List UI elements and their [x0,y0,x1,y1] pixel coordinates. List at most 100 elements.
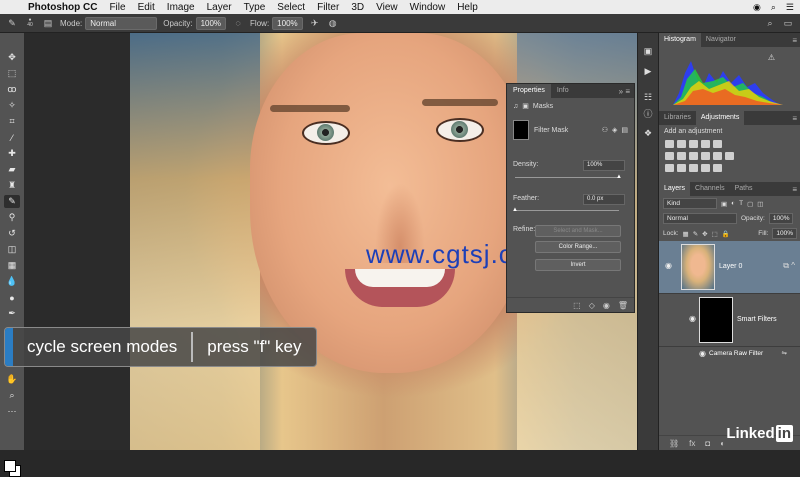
zoom-tool-icon[interactable]: ⌕ [4,389,20,402]
tab-channels[interactable]: Channels [690,182,730,196]
menu-select[interactable]: Select [277,2,305,13]
density-slider-thumb[interactable]: ▲ [616,174,622,180]
lock-position-icon[interactable]: ✥ [702,230,707,238]
quick-select-tool-icon[interactable]: ✧ [4,99,20,112]
lock-all-icon[interactable]: 🔒 [722,230,730,238]
tab-adjustments[interactable]: Adjustments [695,111,745,125]
history-panel-icon[interactable]: ▣ [641,45,655,58]
feather-slider-thumb[interactable]: ▲ [512,207,518,213]
menu-type[interactable]: Type [244,2,266,13]
camera-raw-visibility-icon[interactable]: ◉ [699,349,706,358]
mask-selection-icon[interactable]: ⚇ [602,126,608,134]
brush-tool-icon-active[interactable]: ✎ [4,195,20,208]
apply-icon[interactable]: ◇ [589,301,595,310]
brightness-icon[interactable] [665,140,674,148]
dodge-tool-icon[interactable]: ● [4,291,20,304]
filter-shape-icon[interactable]: ▢ [747,200,753,208]
layer-row-smart-filters[interactable]: ◉ Smart Filters [659,294,800,347]
smart-filter-mask-thumbnail[interactable] [699,297,733,343]
clone-stamp-tool-icon[interactable]: ♜ [4,179,20,192]
crop-tool-icon[interactable]: ⌗ [4,115,20,128]
apply-mask-icon[interactable]: ◈ [612,126,617,134]
menu-edit[interactable]: Edit [138,2,155,13]
move-tool-icon[interactable]: ✥ [4,51,20,64]
bandaid-tool-icon[interactable]: ▰ [4,163,20,176]
density-slider[interactable] [515,177,619,178]
channel-mixer-icon[interactable] [713,152,722,160]
menu-image[interactable]: Image [167,2,195,13]
menu-view[interactable]: View [376,2,398,13]
mode-select[interactable]: Normal [85,16,158,30]
link-layers-icon[interactable]: ⛓ [669,439,679,448]
menu-window[interactable]: Window [410,2,446,13]
marquee-tool-icon[interactable]: ⬚ [4,67,20,80]
vector-mask-icon[interactable]: ▣ [522,102,529,110]
feather-field[interactable]: 0.0 px [583,194,625,205]
menu-app[interactable]: Photoshop CC [28,2,97,13]
menu-3d[interactable]: 3D [351,2,364,13]
hand-tool-icon[interactable]: ✋ [4,373,20,386]
brush-tool-icon[interactable]: ✎ [6,17,18,29]
layer-opacity-field[interactable]: 100% [768,213,794,224]
gradient-map-icon[interactable] [701,164,710,172]
black-white-icon[interactable] [689,152,698,160]
vector-mask-add-icon[interactable]: ▤ [621,126,628,134]
brush-preset-icon[interactable]: ● 40 [24,17,36,29]
filter-type-icon[interactable]: T [739,200,743,207]
layer-style-icon[interactable]: fx [689,439,695,448]
smart-filters-visibility-icon[interactable]: ◉ [689,314,696,323]
info-panel-icon[interactable]: ⓘ [641,107,655,120]
exposure-icon[interactable] [701,140,710,148]
tab-navigator[interactable]: Navigator [701,33,741,47]
stamp-tool-icon[interactable]: ⚲ [4,211,20,224]
brush-panel-icon[interactable]: ▤ [42,17,54,29]
tab-info[interactable]: Info [551,84,575,98]
invert-button[interactable]: Invert [535,259,621,271]
feather-slider[interactable] [515,210,619,211]
pressure-opacity-icon[interactable]: ◌ [232,17,244,29]
airbrush-icon[interactable]: ✈ [309,17,321,29]
healing-tool-icon[interactable]: ✚ [4,147,20,160]
lock-image-icon[interactable]: ✎ [693,230,698,238]
color-balance-icon[interactable] [677,152,686,160]
pixel-mask-icon[interactable]: ♫ [513,103,518,110]
tab-properties[interactable]: Properties [507,84,551,98]
menu-help[interactable]: Help [457,2,478,13]
filter-pixel-icon[interactable]: ▣ [721,200,727,208]
trash-icon[interactable]: 🗑 [618,301,628,310]
select-and-mask-button[interactable]: Select and Mask... [535,225,621,237]
histogram-menu-icon[interactable]: ≡ [792,36,797,45]
panel-collapse-icon[interactable]: » ≡ [619,87,630,96]
filter-adjust-icon[interactable]: ◐ [731,200,735,207]
eraser-tool-icon[interactable]: ◫ [4,243,20,256]
foreground-color-swatch[interactable] [4,460,16,472]
search-icon[interactable]: ⌕ [764,17,776,29]
layer-visibility-icon[interactable]: ◉ [665,261,672,270]
density-field[interactable]: 100% [583,160,625,171]
tab-paths[interactable]: Paths [730,182,758,196]
lock-transparent-icon[interactable]: ▦ [683,230,689,238]
new-adjustment-icon[interactable]: ◐ [720,439,725,448]
apple-icon[interactable] [8,2,18,12]
layer0-name[interactable]: Layer 0 [719,263,742,270]
layer-row-camera-raw[interactable]: ◉ Camera Raw Filter ⇋ [659,347,800,361]
actions-panel-icon[interactable]: ▶ [641,65,655,78]
lock-artboard-icon[interactable]: ⬚ [712,230,718,238]
menu-filter[interactable]: Filter [317,2,339,13]
spotlight-icon[interactable]: ⌕ [771,2,776,13]
history-brush-tool-icon[interactable]: ↺ [4,227,20,240]
curves-icon[interactable] [689,140,698,148]
flow-field[interactable]: 100% [272,16,303,30]
vibrance-icon[interactable] [713,140,722,148]
notification-icon[interactable]: ☰ [786,2,794,13]
tab-libraries[interactable]: Libraries [659,111,696,125]
properties-panel-icon[interactable]: ☷ [641,91,655,104]
brush-settings-icon[interactable]: ❖ [641,127,655,140]
posterize-icon[interactable] [677,164,686,172]
selective-color-icon[interactable] [713,164,722,172]
lasso-tool-icon[interactable]: ꝏ [4,83,20,96]
filter-smart-icon[interactable]: ◫ [757,200,763,208]
color-range-button[interactable]: Color Range... [535,241,621,253]
blur-tool-icon[interactable]: 💧 [4,275,20,288]
visibility-eye-icon[interactable]: ◉ [603,301,610,310]
